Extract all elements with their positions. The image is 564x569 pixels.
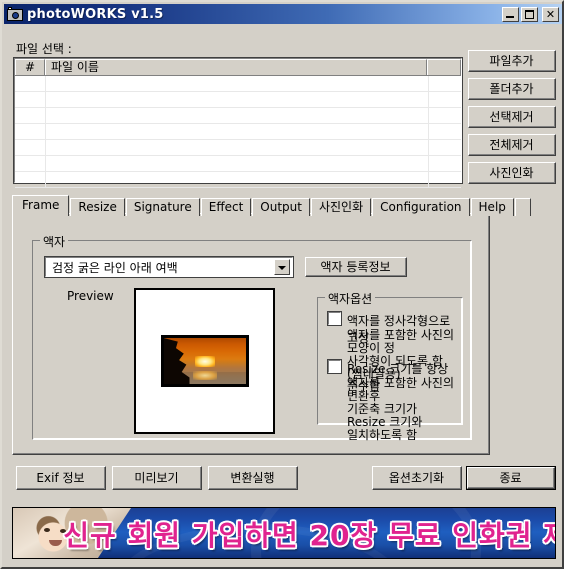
- title-bar: photoWORKS v1.5 ✕: [4, 4, 562, 24]
- camera-icon: [7, 7, 23, 21]
- remove-selected-button-label: 선택제거: [469, 107, 555, 127]
- remove-all-button[interactable]: 전체제거: [468, 134, 556, 156]
- table-row[interactable]: [15, 172, 461, 188]
- table-row[interactable]: [15, 140, 461, 156]
- frame-group-title: 액자: [40, 233, 69, 250]
- table-row[interactable]: [15, 156, 461, 172]
- promo-banner[interactable]: 신규 회원 가입하면 20장 무료 인화권 제공: [12, 507, 556, 559]
- banner-text: 신규 회원 가입하면 20장 무료 인화권 제공: [63, 519, 556, 552]
- maximize-button[interactable]: [521, 6, 538, 22]
- file-select-label: 파일 선택 :: [16, 42, 72, 56]
- add-file-button-label: 파일추가: [469, 51, 555, 71]
- checkbox-fix-square[interactable]: [327, 311, 342, 326]
- print-photo-button[interactable]: 사진인화: [468, 162, 556, 184]
- file-list-rows: [15, 76, 461, 188]
- tab-configuration[interactable]: Configuration: [372, 198, 470, 216]
- tab-resize-label: Resize: [78, 200, 117, 214]
- preview-photo-frame: [160, 335, 249, 387]
- close-icon: ✕: [545, 7, 556, 21]
- preview-button-label: 미리보기: [113, 467, 201, 489]
- tab-effect-label: Effect: [208, 200, 244, 214]
- column-header-filename[interactable]: 파일 이름: [45, 59, 427, 75]
- file-list[interactable]: # 파일 이름: [13, 57, 463, 188]
- tab-resize[interactable]: Resize: [70, 198, 125, 216]
- run-convert-button[interactable]: 변환실행: [208, 466, 298, 490]
- frame-style-select[interactable]: 검정 굵은 라인 아래 여백: [44, 256, 294, 278]
- window-controls: ✕: [502, 6, 559, 22]
- exif-info-button-label: Exif 정보: [17, 467, 105, 489]
- add-folder-button-label: 폴더추가: [469, 79, 555, 99]
- frame-register-info-label: 액자 등록정보: [306, 258, 406, 276]
- print-photo-button-label: 사진인화: [469, 163, 555, 183]
- window-title: photoWORKS v1.5: [27, 6, 164, 22]
- preview-sunset-image: [163, 338, 246, 384]
- close-button[interactable]: ✕: [542, 6, 559, 22]
- frame-options-group-title: 액자옵션: [325, 290, 376, 307]
- tab-strip: Frame Resize Signature Effect Output 사진인…: [12, 195, 532, 216]
- frame-preview: [134, 288, 275, 434]
- chevron-down-icon[interactable]: [274, 259, 290, 275]
- column-header-extra[interactable]: [427, 59, 461, 75]
- add-file-button[interactable]: 파일추가: [468, 50, 556, 72]
- tab-help-label: Help: [478, 200, 506, 214]
- tab-effect[interactable]: Effect: [200, 198, 252, 216]
- file-list-header: # 파일 이름: [15, 59, 461, 76]
- exit-button-label: 종료: [468, 468, 554, 488]
- tab-photo-print[interactable]: 사진인화: [310, 198, 372, 216]
- tab-photo-print-label: 사진인화: [318, 200, 364, 214]
- minimize-button[interactable]: [502, 6, 519, 22]
- frame-options-group: 액자옵션 액자를 정사각형으로 고정 액자를 포함한 사진의 모양이 정 사각형…: [317, 290, 463, 442]
- application-window: photoWORKS v1.5 ✕ 파일 선택 : # 파일 이름 파일추가 폴…: [0, 0, 564, 569]
- tab-output[interactable]: Output: [252, 198, 310, 216]
- tab-frame-label: Frame: [22, 198, 60, 212]
- table-row[interactable]: [15, 92, 461, 108]
- exif-info-button[interactable]: Exif 정보: [16, 466, 106, 490]
- preview-label: Preview: [67, 289, 114, 303]
- tab-signature[interactable]: Signature: [125, 198, 200, 216]
- add-folder-button[interactable]: 폴더추가: [468, 78, 556, 100]
- checkbox-keep-resize[interactable]: [327, 359, 342, 374]
- reset-options-button[interactable]: 옵션초기화: [372, 466, 462, 490]
- preview-button[interactable]: 미리보기: [112, 466, 202, 490]
- frame-style-value: 검정 굵은 라인 아래 여백: [52, 260, 178, 275]
- tab-help[interactable]: Help: [470, 198, 514, 216]
- tab-signature-label: Signature: [133, 200, 192, 214]
- tab-configuration-label: Configuration: [380, 200, 462, 214]
- tab-strip-filler: [514, 198, 531, 216]
- tab-frame[interactable]: Frame: [12, 195, 70, 216]
- table-row[interactable]: [15, 108, 461, 124]
- column-header-index[interactable]: #: [15, 59, 45, 75]
- remove-all-button-label: 전체제거: [469, 135, 555, 155]
- tab-output-label: Output: [260, 200, 302, 214]
- exit-button[interactable]: 종료: [466, 466, 556, 490]
- table-row[interactable]: [15, 76, 461, 92]
- frame-register-info-button[interactable]: 액자 등록정보: [305, 257, 407, 277]
- run-convert-button-label: 변환실행: [209, 467, 297, 489]
- reset-options-button-label: 옵션초기화: [373, 467, 461, 489]
- checkbox-keep-resize-description: 액자를 포함한 사진의 변환후 기준축 크기가 Resize 크기와 일치하도록…: [347, 376, 454, 442]
- table-row[interactable]: [15, 124, 461, 140]
- remove-selected-button[interactable]: 선택제거: [468, 106, 556, 128]
